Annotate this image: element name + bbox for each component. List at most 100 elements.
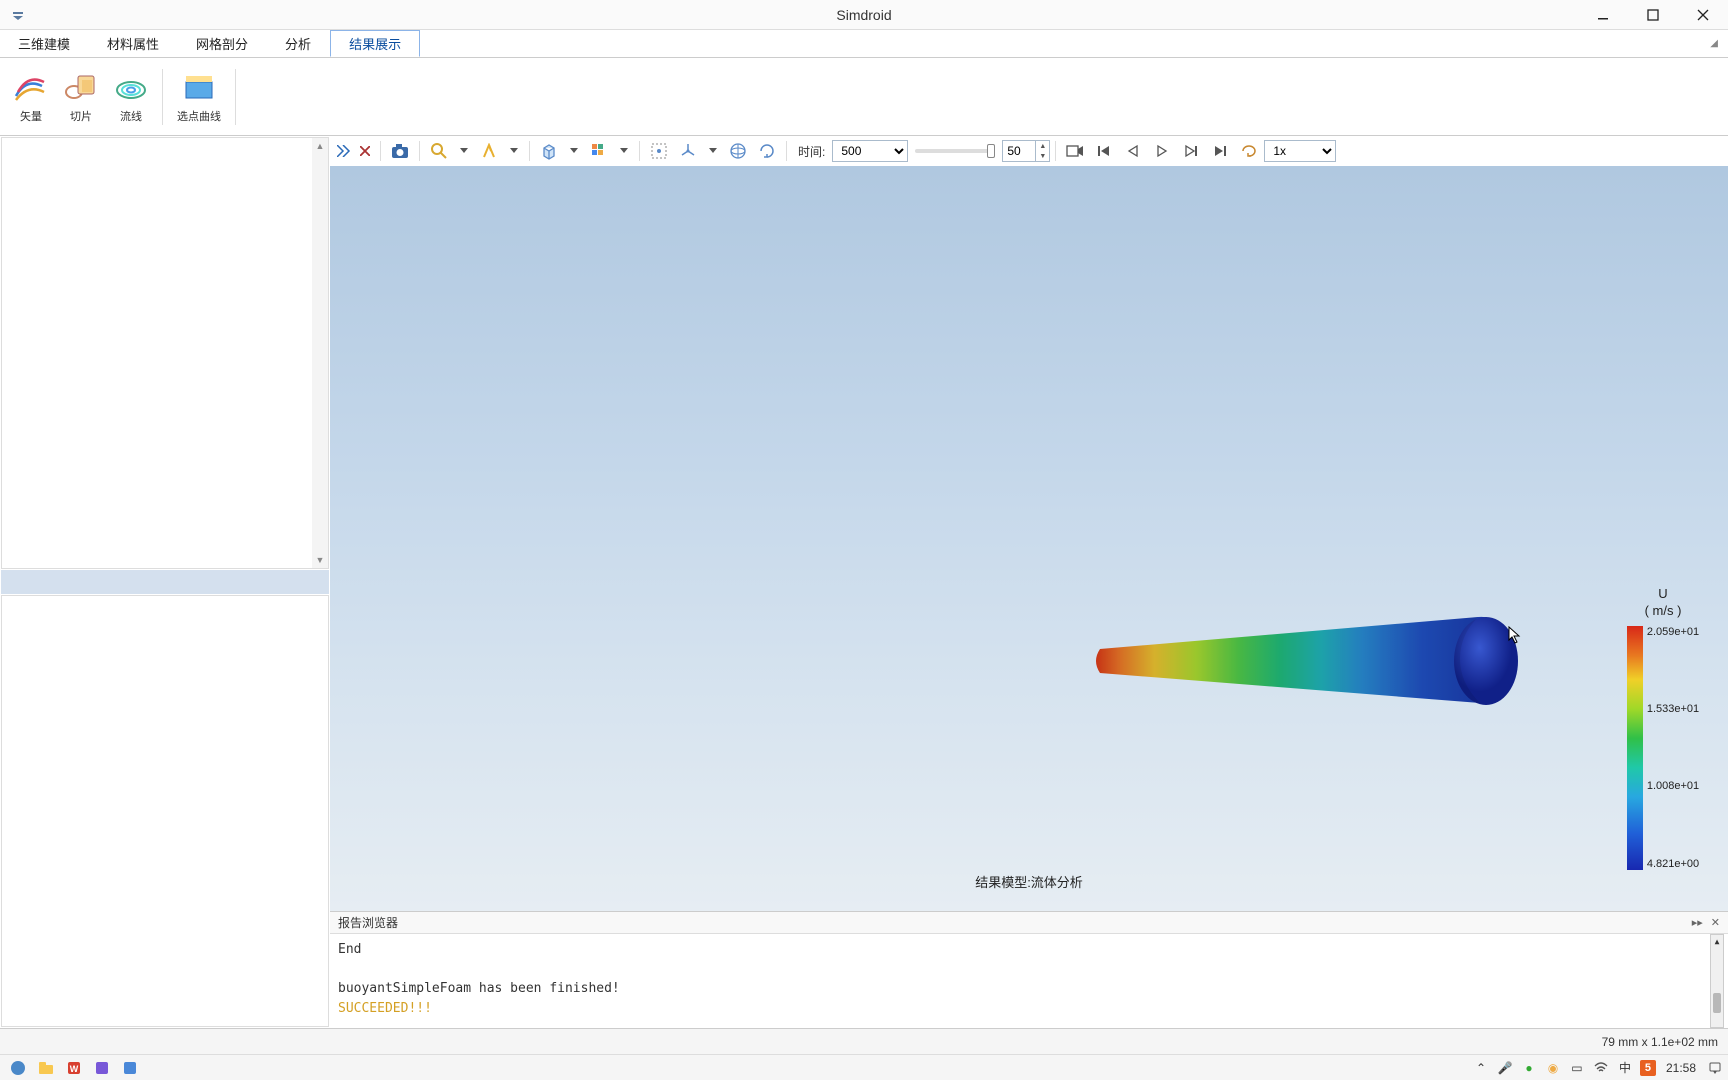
tab-analysis[interactable]: 分析: [267, 30, 330, 57]
camera-button[interactable]: [386, 138, 414, 164]
tray-s-icon[interactable]: 5: [1640, 1060, 1656, 1076]
spinner-up[interactable]: ▲: [1035, 141, 1049, 151]
ribbon-slice[interactable]: 切片: [56, 63, 106, 131]
record-button[interactable]: [1061, 138, 1089, 164]
point-curve-icon: [182, 70, 216, 104]
scroll-up-icon[interactable]: ▲: [312, 138, 328, 154]
spinner-value: 50: [1007, 144, 1020, 158]
task-simdroid-icon[interactable]: [116, 1057, 144, 1079]
close-button[interactable]: [1678, 0, 1728, 29]
property-panel[interactable]: [1, 595, 329, 1027]
tray-ime-icon[interactable]: 中: [1616, 1059, 1634, 1077]
tray-dot2-icon[interactable]: ◉: [1544, 1059, 1562, 1077]
fit-view-button[interactable]: [645, 138, 673, 164]
tray-dot1-icon[interactable]: ●: [1520, 1059, 1538, 1077]
scroll-down-icon[interactable]: ▼: [312, 552, 328, 568]
report-scrollbar[interactable]: ▲: [1710, 934, 1724, 1028]
play-button[interactable]: [1148, 138, 1176, 164]
ribbon-streamline[interactable]: 流线: [106, 63, 156, 131]
frame-spinner[interactable]: 50 ▲ ▼: [1002, 140, 1050, 162]
toolbar-sep: [1055, 141, 1056, 161]
tree-panel[interactable]: ▲ ▼: [1, 137, 329, 569]
slice-icon: [64, 70, 98, 104]
time-label: 时间:: [798, 143, 825, 160]
cancel-button[interactable]: [355, 138, 375, 164]
model-label: 结果模型:流体分析: [975, 872, 1083, 891]
toolbar-sep: [419, 141, 420, 161]
task-app-icon[interactable]: [88, 1057, 116, 1079]
viewport-3d[interactable]: X Y Z U ( m/s ): [330, 166, 1728, 911]
tab-results[interactable]: 结果展示: [330, 30, 420, 57]
tab-material[interactable]: 材料属性: [89, 30, 178, 57]
axis-dropdown[interactable]: [703, 138, 723, 164]
tray-time[interactable]: 21:58: [1666, 1061, 1696, 1075]
report-content[interactable]: End buoyantSimpleFoam has been finished!…: [330, 934, 1728, 1028]
status-coords: 79 mm x 1.1e+02 mm: [1602, 1035, 1718, 1049]
tab-label: 分析: [285, 34, 311, 53]
tray-notification-icon[interactable]: [1706, 1059, 1724, 1077]
scroll-up-icon[interactable]: ▲: [1711, 935, 1723, 947]
scroll-thumb[interactable]: [1713, 993, 1721, 1013]
prev-frame-button[interactable]: [1119, 138, 1147, 164]
svg-text:W: W: [70, 1064, 79, 1074]
tree-scrollbar[interactable]: ▲ ▼: [312, 138, 328, 568]
cube-dropdown[interactable]: [564, 138, 584, 164]
viewport-column: 时间: 500 50 ▲ ▼ 1x: [330, 136, 1728, 1028]
color-dropdown[interactable]: [614, 138, 634, 164]
time-combo[interactable]: 500: [832, 140, 908, 162]
rotate-button[interactable]: [753, 138, 781, 164]
tab-label: 材料属性: [107, 34, 159, 53]
report-header: 报告浏览器 ▸▸ ✕: [330, 912, 1728, 934]
report-line-empty: [338, 960, 1720, 980]
tab-label: 三维建模: [18, 34, 70, 53]
task-explorer-icon[interactable]: [32, 1057, 60, 1079]
highlight-dropdown[interactable]: [504, 138, 524, 164]
ribbon-point-curve[interactable]: 选点曲线: [169, 63, 229, 131]
legend-tick: 1.533e+01: [1647, 703, 1699, 715]
legend-ticks: 2.059e+01 1.533e+01 1.008e+01 4.821e+00: [1647, 626, 1699, 870]
color-cube-button[interactable]: [585, 138, 613, 164]
spinner-down[interactable]: ▼: [1035, 151, 1049, 161]
slider-thumb[interactable]: [987, 144, 995, 158]
tray-mic-icon[interactable]: 🎤: [1496, 1059, 1514, 1077]
minimize-button[interactable]: [1578, 0, 1628, 29]
last-frame-button[interactable]: [1206, 138, 1234, 164]
system-tray: ⌃ 🎤 ● ◉ ▭ 中 5 21:58: [1472, 1059, 1724, 1077]
tab-overflow-caret[interactable]: ◢: [1700, 30, 1728, 57]
tab-label: 网格剖分: [196, 34, 248, 53]
legend-unit: ( m/s ): [1645, 603, 1682, 618]
first-frame-button[interactable]: [1090, 138, 1118, 164]
time-slider[interactable]: [915, 149, 995, 153]
axis-view-button[interactable]: [674, 138, 702, 164]
legend-symbol: U: [1658, 586, 1667, 601]
report-line: buoyantSimpleFoam has been finished!: [338, 979, 1720, 999]
report-title: 报告浏览器: [338, 914, 398, 931]
tray-wifi-icon[interactable]: [1592, 1059, 1610, 1077]
report-close-icon[interactable]: ✕: [1711, 916, 1720, 929]
ribbon-label: 选点曲线: [177, 108, 221, 124]
streamline-icon: [114, 70, 148, 104]
loop-button[interactable]: [1235, 138, 1263, 164]
zoom-button[interactable]: [425, 138, 453, 164]
quick-access-dropdown[interactable]: [8, 5, 28, 25]
tab-mesh[interactable]: 网格剖分: [178, 30, 267, 57]
tray-battery-icon[interactable]: ▭: [1568, 1059, 1586, 1077]
expand-button[interactable]: [334, 138, 354, 164]
main-tabs: 三维建模 材料属性 网格剖分 分析 结果展示 ◢: [0, 30, 1728, 58]
maximize-button[interactable]: [1628, 0, 1678, 29]
panel-divider[interactable]: [1, 570, 329, 594]
color-legend: U ( m/s ): [1618, 586, 1708, 870]
next-frame-button[interactable]: [1177, 138, 1205, 164]
zoom-dropdown[interactable]: [454, 138, 474, 164]
tray-up-icon[interactable]: ⌃: [1472, 1059, 1490, 1077]
ribbon-label: 切片: [70, 108, 92, 124]
cube-view-button[interactable]: [535, 138, 563, 164]
task-wps-icon[interactable]: W: [60, 1057, 88, 1079]
globe-button[interactable]: [724, 138, 752, 164]
ribbon-vector[interactable]: 矢量: [6, 63, 56, 131]
speed-combo[interactable]: 1x: [1264, 140, 1336, 162]
task-browser-icon[interactable]: [4, 1057, 32, 1079]
highlight-button[interactable]: [475, 138, 503, 164]
report-pin-icon[interactable]: ▸▸: [1692, 916, 1703, 929]
tab-3d-modeling[interactable]: 三维建模: [0, 30, 89, 57]
